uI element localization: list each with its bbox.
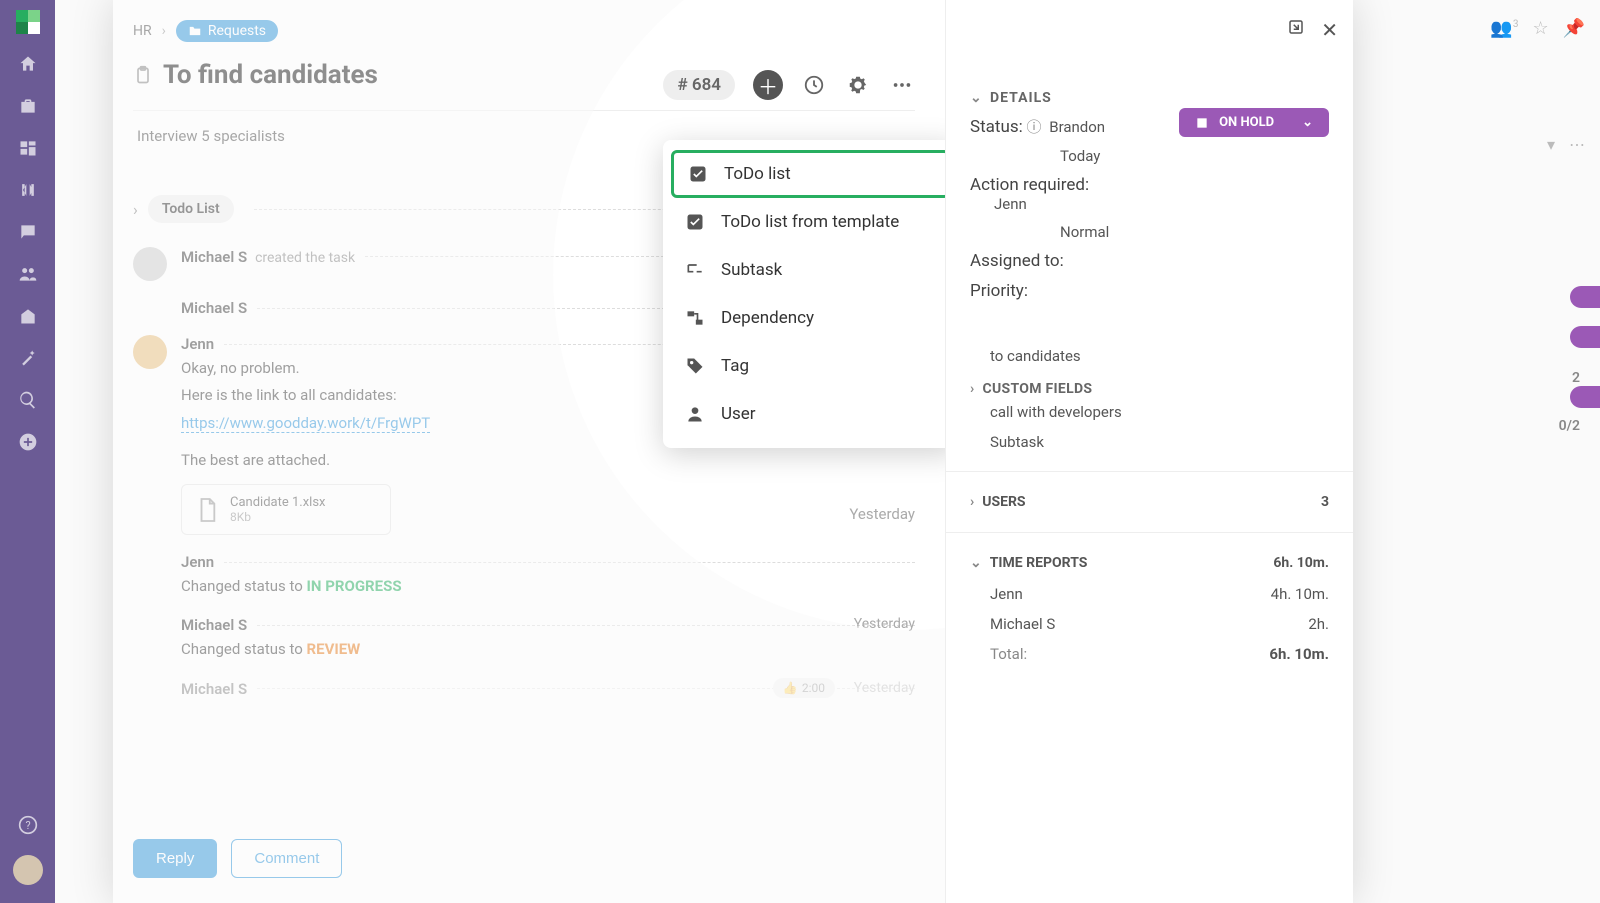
star-icon[interactable]: ☆ bbox=[1532, 18, 1548, 39]
bg-filter-icons: ▾ ⋯ bbox=[1547, 135, 1585, 154]
bg-badge bbox=[1570, 386, 1600, 408]
task-title: To find candidates bbox=[163, 60, 378, 90]
bg-badge bbox=[1570, 286, 1600, 308]
task-modal: ✕ HR › Requests To find candidates Inter… bbox=[113, 0, 1353, 903]
filter-icon[interactable]: ▾ bbox=[1547, 135, 1555, 154]
app-logo bbox=[16, 10, 40, 34]
backlog-icon[interactable] bbox=[16, 178, 40, 202]
home-icon[interactable] bbox=[16, 52, 40, 76]
subtask-icon bbox=[685, 260, 705, 280]
user-icon bbox=[685, 404, 705, 424]
dd-subtask[interactable]: Subtask bbox=[663, 246, 945, 294]
clock-icon[interactable] bbox=[801, 72, 827, 98]
checkbox-icon bbox=[688, 164, 708, 184]
details-header[interactable]: ⌄DETAILS bbox=[970, 90, 1329, 106]
more-icon[interactable]: ⋯ bbox=[1569, 135, 1585, 154]
link-call[interactable]: call with developers bbox=[970, 397, 1329, 427]
board-icon[interactable] bbox=[16, 136, 40, 160]
avatar bbox=[133, 247, 167, 281]
user-name: Michael S bbox=[181, 616, 247, 634]
add-dropdown: ToDo list ToDo list from template Subtas… bbox=[663, 140, 945, 448]
dd-tag[interactable]: Tag bbox=[663, 342, 945, 390]
more-icon[interactable] bbox=[889, 72, 915, 98]
comment-button[interactable]: Comment bbox=[231, 839, 342, 878]
reply-button[interactable]: Reply bbox=[133, 839, 217, 878]
timestamp: Yesterday bbox=[854, 616, 915, 632]
dependency-icon bbox=[685, 308, 705, 328]
magic-icon[interactable] bbox=[16, 346, 40, 370]
org-icon[interactable] bbox=[16, 304, 40, 328]
plus-icon[interactable]: ＋ bbox=[753, 70, 783, 100]
chevron-right-icon: › bbox=[162, 23, 166, 39]
breadcrumb: HR › Requests bbox=[133, 20, 915, 42]
chat-icon[interactable] bbox=[16, 220, 40, 244]
user-name: Michael S bbox=[181, 299, 247, 317]
checkbox-icon bbox=[685, 212, 705, 232]
runtime-pill: 👍 2:00 bbox=[773, 678, 835, 698]
people-icon[interactable]: 👥3 bbox=[1490, 18, 1518, 39]
breadcrumb-folder[interactable]: Requests bbox=[176, 20, 278, 42]
users-section[interactable]: ›USERS 3 bbox=[970, 486, 1329, 518]
dd-todo-list[interactable]: ToDo list bbox=[671, 150, 945, 198]
bg-count: 0/2 bbox=[1559, 418, 1580, 434]
attachment[interactable]: Candidate 1.xlsx8Kb bbox=[181, 484, 391, 535]
todo-chip[interactable]: Todo List bbox=[148, 195, 234, 223]
search-icon[interactable] bbox=[16, 388, 40, 412]
add-icon[interactable] bbox=[16, 430, 40, 454]
task-toolbar: # 684 ＋ bbox=[663, 70, 915, 100]
dd-user[interactable]: User bbox=[663, 390, 945, 438]
candidates-link[interactable]: https://www.goodday.work/t/FrgWPT bbox=[181, 414, 430, 433]
help-icon[interactable]: ? bbox=[16, 813, 40, 837]
clipboard-icon bbox=[133, 65, 153, 85]
people-icon[interactable] bbox=[16, 262, 40, 286]
action-bar: Reply Comment bbox=[133, 825, 915, 878]
user-avatar[interactable] bbox=[13, 855, 43, 885]
timestamp: Yesterday bbox=[854, 680, 915, 696]
link-candidates[interactable]: to candidates bbox=[970, 341, 1329, 371]
bg-count: 2 bbox=[1572, 370, 1580, 386]
task-detail-panel: ⌄DETAILS ON HOLD ⌄ Status: ⓘ Brandon Tod… bbox=[945, 0, 1353, 903]
chevron-right-icon: › bbox=[133, 200, 138, 219]
user-name: Michael S bbox=[181, 680, 247, 698]
timestamp: Yesterday bbox=[849, 505, 915, 523]
avatar bbox=[133, 335, 167, 369]
pin-icon[interactable]: 📌 bbox=[1563, 18, 1585, 39]
dd-todo-template[interactable]: ToDo list from template bbox=[663, 198, 945, 246]
user-name: Michael S bbox=[181, 248, 247, 266]
svg-text:?: ? bbox=[25, 819, 30, 832]
tag-icon bbox=[685, 356, 705, 376]
user-name: Jenn bbox=[181, 553, 214, 571]
bg-top-icons: 👥3 ☆ 📌 bbox=[1490, 18, 1585, 39]
app-rail: ? bbox=[0, 0, 55, 903]
time-reports-section[interactable]: ⌄TIME REPORTS 6h. 10m. bbox=[970, 547, 1329, 579]
bg-badge bbox=[1570, 326, 1600, 348]
task-id-badge: # 684 bbox=[663, 70, 735, 100]
custom-fields-header[interactable]: ›CUSTOM FIELDS bbox=[970, 381, 1329, 397]
file-icon bbox=[196, 497, 218, 523]
task-main: HR › Requests To find candidates Intervi… bbox=[113, 0, 945, 903]
dd-dependency[interactable]: Dependency bbox=[663, 294, 945, 342]
briefcase-icon[interactable] bbox=[16, 94, 40, 118]
subtask-label: Subtask bbox=[970, 427, 1329, 457]
breadcrumb-root[interactable]: HR bbox=[133, 23, 152, 39]
user-name: Jenn bbox=[181, 335, 214, 353]
status-dropdown[interactable]: ON HOLD ⌄ bbox=[1179, 108, 1329, 137]
gear-icon[interactable] bbox=[845, 72, 871, 98]
